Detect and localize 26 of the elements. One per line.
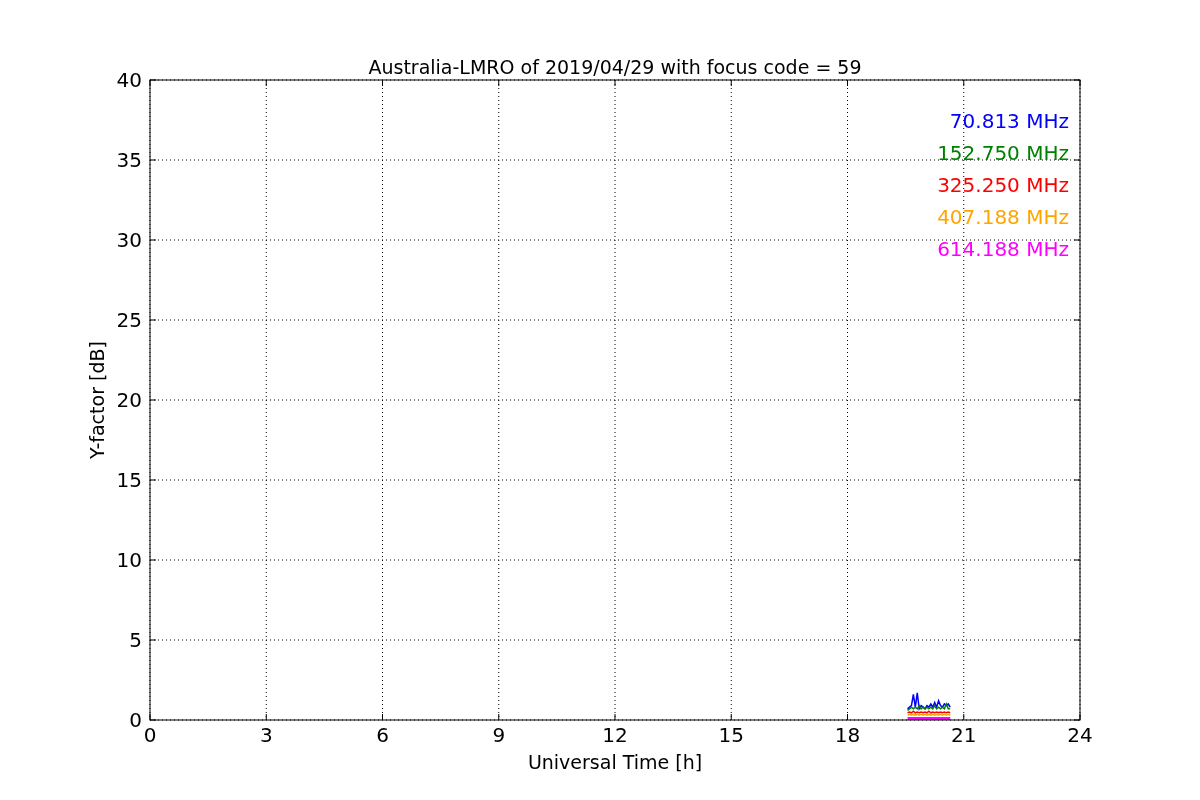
y-tick-label: 5 bbox=[129, 628, 142, 652]
y-tick-label: 30 bbox=[116, 228, 142, 252]
y-tick-label: 40 bbox=[116, 68, 142, 92]
legend-label: 407.188 MHz bbox=[937, 205, 1069, 229]
x-tick-label: 21 bbox=[951, 723, 977, 747]
x-tick-label: 0 bbox=[143, 723, 157, 747]
y-tick-label: 35 bbox=[116, 148, 142, 172]
x-tick-label: 18 bbox=[834, 723, 861, 747]
x-tick-label: 12 bbox=[602, 723, 628, 747]
x-tick-label: 15 bbox=[718, 723, 744, 747]
x-axis-label: Universal Time [h] bbox=[527, 751, 703, 773]
legend-label: 614.188 MHz bbox=[937, 237, 1069, 261]
chart-title: Australia-LMRO of 2019/04/29 with focus code = 59 bbox=[368, 56, 862, 78]
y-tick-label: 0 bbox=[129, 708, 142, 732]
y-tick-label: 10 bbox=[116, 548, 142, 572]
y-tick-label: 20 bbox=[116, 388, 142, 412]
y-tick-label: 15 bbox=[116, 468, 142, 492]
x-tick-label: 24 bbox=[1067, 723, 1093, 747]
y-tick-label: 25 bbox=[116, 308, 142, 332]
legend-label: 70.813 MHz bbox=[949, 109, 1069, 133]
legend-label: 325.250 MHz bbox=[937, 173, 1069, 197]
legend-label: 152.750 MHz bbox=[937, 141, 1069, 165]
x-tick-label: 3 bbox=[259, 723, 273, 747]
y-axis-label: Y-factor [dB] bbox=[86, 341, 108, 459]
x-tick-label: 9 bbox=[492, 723, 506, 747]
x-tick-label: 6 bbox=[376, 723, 389, 747]
